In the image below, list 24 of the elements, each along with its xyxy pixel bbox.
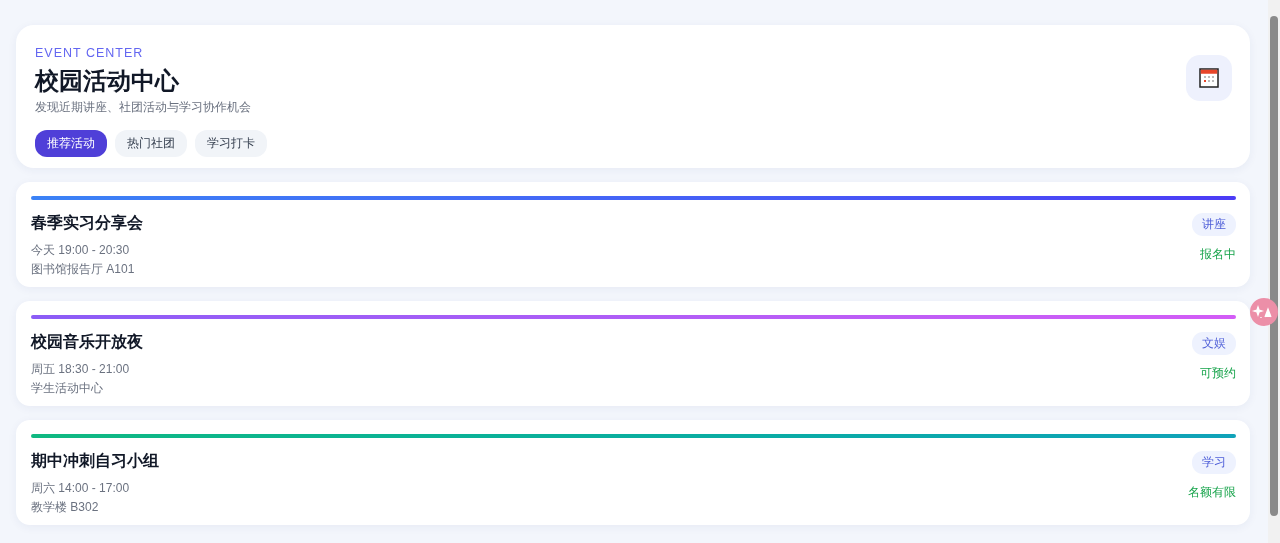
event-title: 期中冲刺自习小组 (31, 451, 159, 471)
calendar-icon[interactable] (1186, 55, 1232, 101)
event-status: 可预约 (1200, 365, 1236, 382)
subtitle: 发现近期讲座、社团活动与学习协作机会 (35, 99, 251, 116)
category-tag: 讲座 (1192, 213, 1236, 236)
event-title: 校园音乐开放夜 (31, 332, 143, 352)
event-status: 名额有限 (1188, 484, 1236, 501)
event-location: 学生活动中心 (31, 380, 104, 397)
category-tag: 学习 (1192, 451, 1236, 474)
event-title: 春季实习分享会 (31, 213, 143, 233)
event-location: 图书馆报告厅 A101 (31, 261, 136, 278)
event-time: 今天 19:00 - 20:30 (31, 242, 131, 259)
scrollbar-thumb[interactable] (1270, 16, 1278, 516)
event-location: 教学楼 B302 (31, 499, 100, 516)
category-tag: 文娱 (1192, 332, 1236, 355)
translate-icon[interactable] (1250, 298, 1278, 326)
filter-tab[interactable]: 热门社团 (115, 130, 187, 157)
event-time: 周五 18:30 - 21:00 (31, 361, 131, 378)
eyebrow-label: EVENT CENTER (35, 46, 144, 60)
filter-tab[interactable]: 推荐活动 (35, 130, 107, 157)
page-title: 校园活动中心 (35, 66, 180, 96)
event-status: 报名中 (1200, 246, 1236, 263)
filter-tab[interactable]: 学习打卡 (195, 130, 267, 157)
event-time: 周六 14:00 - 17:00 (31, 480, 131, 497)
